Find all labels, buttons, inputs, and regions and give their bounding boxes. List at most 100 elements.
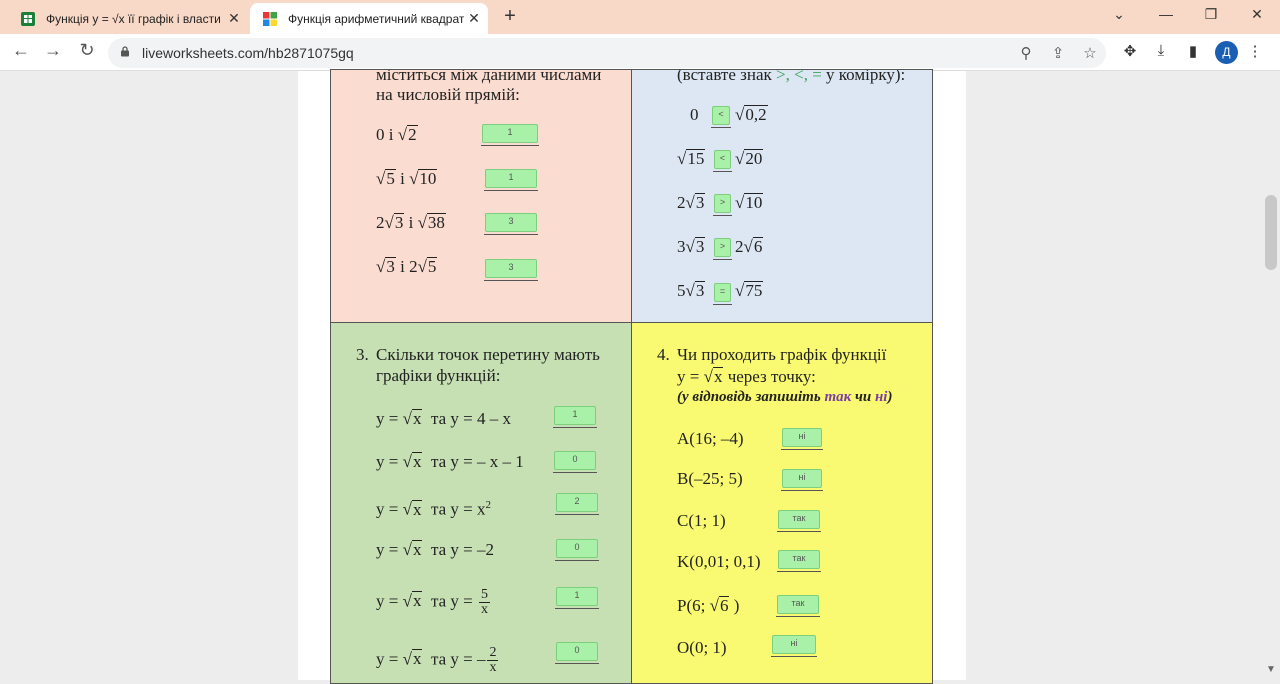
address-bar[interactable]: liveworksheets.com/hb2871075gq ⚲ ⇪ ☆ bbox=[108, 38, 1106, 68]
compare-row-3-right: √10 bbox=[735, 193, 764, 212]
menu-icon[interactable]: ⋮ bbox=[1244, 42, 1266, 60]
toolbar: ← → ↻ liveworksheets.com/hb2871075gq ⚲ ⇪… bbox=[0, 34, 1280, 71]
point-p-label: P(6; bbox=[677, 596, 706, 615]
answer-field[interactable]: 0 bbox=[553, 451, 597, 473]
close-tab-icon[interactable]: ✕ bbox=[224, 10, 244, 27]
point-p: P(6; √6 ) bbox=[677, 596, 740, 615]
radicand: x bbox=[411, 499, 423, 519]
avatar[interactable]: Д bbox=[1215, 41, 1238, 64]
coefficient: 5 bbox=[677, 281, 686, 300]
point-b: B(–25; 5) bbox=[677, 469, 743, 488]
point-o: O(0; 1) bbox=[677, 638, 727, 657]
denominator: x bbox=[480, 602, 488, 617]
back-icon[interactable]: ← bbox=[10, 40, 32, 61]
pair-2: √5 і √10 bbox=[376, 169, 438, 188]
coefficient: 2 bbox=[677, 193, 686, 212]
exponent: 2 bbox=[485, 499, 491, 511]
function-pair-6: y = √x та y = –2 x bbox=[376, 645, 499, 675]
share-icon[interactable]: ⇪ bbox=[1048, 44, 1068, 62]
radicand: x bbox=[712, 367, 724, 386]
close-tab-icon[interactable]: ✕ bbox=[464, 10, 484, 27]
and-word: і bbox=[400, 257, 405, 276]
scroll-down-icon[interactable]: ▼ bbox=[1266, 664, 1276, 675]
compare-row-1: 0 bbox=[690, 105, 699, 124]
sign-field[interactable]: > bbox=[713, 194, 732, 216]
bookmark-star-icon[interactable]: ☆ bbox=[1080, 44, 1100, 62]
point-p-close: ) bbox=[733, 596, 740, 615]
exercise-1-subheader: на числовій прямій: bbox=[376, 85, 520, 104]
answer-field[interactable]: 2 bbox=[555, 493, 599, 515]
tab-search-icon[interactable]: ⌄ bbox=[1108, 6, 1130, 23]
hint-or: чи bbox=[854, 389, 872, 405]
sign-field[interactable]: < bbox=[711, 106, 731, 128]
answer-field[interactable]: 1 bbox=[555, 587, 599, 609]
radicand: 5 bbox=[426, 257, 438, 276]
compare-row-5-right: √75 bbox=[735, 281, 764, 300]
mid-text: та y = bbox=[430, 591, 473, 611]
answer-field[interactable]: так bbox=[777, 550, 821, 572]
rhs: – x – 1 bbox=[476, 452, 524, 471]
radicand: x bbox=[411, 540, 423, 559]
answer-field[interactable]: так bbox=[776, 595, 820, 617]
answer-field[interactable]: 1 bbox=[481, 124, 539, 146]
download-icon[interactable]: ⤓ bbox=[1150, 42, 1172, 59]
denominator: x bbox=[489, 660, 497, 675]
radicand: 6 bbox=[752, 237, 764, 256]
answer-field[interactable]: 0 bbox=[555, 642, 599, 664]
answer-field[interactable]: ні bbox=[771, 635, 817, 657]
radicand: 3 bbox=[694, 281, 706, 300]
close-window-icon[interactable]: ✕ bbox=[1246, 6, 1268, 23]
mid-text: та y = bbox=[430, 409, 473, 428]
pair-1: 0 і √2 bbox=[376, 125, 418, 144]
sidepanel-icon[interactable]: ▮ bbox=[1182, 42, 1204, 60]
tab-2[interactable]: Функція арифметичний квадрат ✕ bbox=[250, 3, 488, 34]
forward-icon[interactable]: → bbox=[42, 40, 64, 61]
radicand: 10 bbox=[418, 169, 438, 188]
scrollbar-thumb[interactable] bbox=[1265, 195, 1277, 270]
exercise-2: (вставте знак >, <, = у комірку): 0 < √0… bbox=[631, 69, 933, 323]
sign-field[interactable]: < bbox=[713, 150, 732, 172]
exercise-3-title: Скільки точок перетину мають bbox=[376, 345, 600, 364]
exercise-4: 4. Чи проходить графік функції y = √x че… bbox=[631, 322, 933, 684]
prefix: y = bbox=[376, 499, 399, 519]
hint-text: (у відповідь запишіть bbox=[677, 389, 821, 405]
point-a: A(16; –4) bbox=[677, 429, 744, 448]
answer-field[interactable]: 1 bbox=[484, 169, 538, 191]
restore-icon[interactable]: ❐ bbox=[1200, 6, 1222, 23]
zoom-icon[interactable]: ⚲ bbox=[1016, 44, 1036, 62]
radicand: 5 bbox=[385, 169, 396, 188]
tab-1[interactable]: Функція y = √x її графік і власти ✕ bbox=[8, 3, 248, 34]
answer-field[interactable]: ні bbox=[781, 469, 823, 491]
minimize-icon[interactable]: — bbox=[1155, 6, 1177, 22]
new-tab-button[interactable]: + bbox=[498, 5, 522, 28]
prefix: y = bbox=[376, 452, 399, 471]
answer-field[interactable]: 0 bbox=[555, 539, 599, 561]
reload-icon[interactable]: ↻ bbox=[76, 40, 98, 61]
exercise-3-number: 3. bbox=[356, 345, 369, 364]
hint-no: ні bbox=[874, 389, 888, 405]
function-pair-3: y = √x та y = x2 bbox=[376, 499, 491, 519]
pair-4: √3 і 2√5 bbox=[376, 257, 438, 276]
answer-field[interactable]: так bbox=[777, 510, 821, 532]
rhs: 4 – x bbox=[476, 409, 511, 428]
numerator: 2 bbox=[487, 645, 499, 661]
function-pair-1: y = √x та y = 4 – x bbox=[376, 409, 511, 428]
answer-field[interactable]: 3 bbox=[484, 213, 538, 235]
extensions-icon[interactable]: ✥ bbox=[1119, 42, 1141, 60]
radicand: 38 bbox=[426, 213, 446, 232]
sign-field[interactable]: > bbox=[713, 238, 732, 260]
compare-row-4-right: 2√6 bbox=[735, 237, 764, 256]
answer-field[interactable]: ні bbox=[781, 428, 823, 450]
answer-field[interactable]: 3 bbox=[484, 259, 538, 281]
radicand: 0,2 bbox=[744, 105, 768, 124]
prefix: y = bbox=[376, 540, 399, 559]
and-word: і bbox=[388, 125, 394, 144]
radicand: 15 bbox=[686, 149, 706, 168]
radicand: 2 bbox=[407, 125, 418, 144]
lock-icon bbox=[121, 46, 129, 57]
sign-field[interactable]: = bbox=[713, 283, 732, 305]
answer-field[interactable]: 1 bbox=[553, 406, 597, 428]
pair-3: 2√3 і √38 bbox=[376, 213, 446, 232]
rhs: –2 bbox=[476, 540, 494, 559]
radicand: x bbox=[411, 409, 423, 428]
